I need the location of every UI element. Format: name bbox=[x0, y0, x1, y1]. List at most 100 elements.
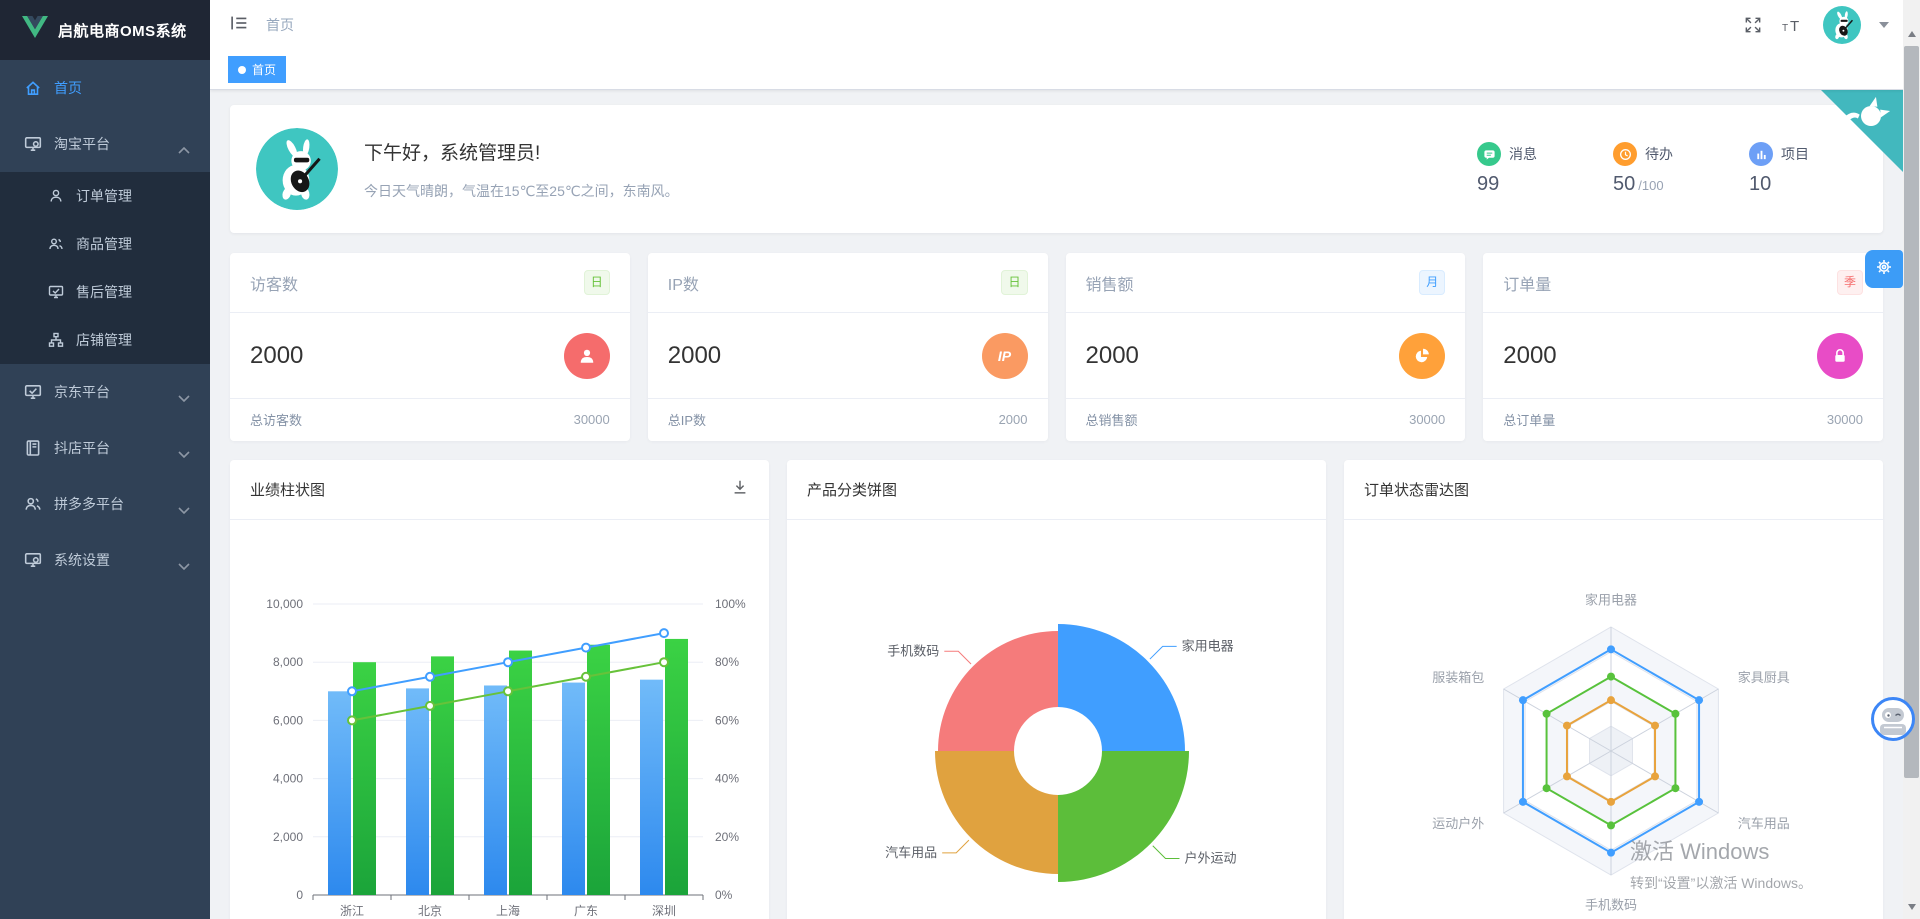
svg-text:服装箱包: 服装箱包 bbox=[1432, 670, 1484, 685]
svg-text:汽车用品: 汽车用品 bbox=[1738, 816, 1790, 831]
scrollbar-thumb[interactable] bbox=[1904, 46, 1919, 778]
download-icon[interactable] bbox=[731, 478, 749, 501]
card-footer-value: 30000 bbox=[1827, 412, 1863, 427]
stat-value: 10 bbox=[1749, 173, 1771, 195]
main-content: 下午好，系统管理员! 今日天气晴朗，气温在15℃至25℃之间，东南风。 消息 9… bbox=[210, 90, 1903, 919]
bar-chart-card: 业绩柱状图 00%2,00020%4,00040%6,00060%8,00080… bbox=[230, 460, 769, 919]
sidebar-collapse-icon[interactable] bbox=[228, 12, 250, 39]
user-menu-caret-icon[interactable] bbox=[1879, 22, 1889, 28]
card-footer-value: 30000 bbox=[574, 412, 610, 427]
sidebar-item-jd[interactable]: 京东平台 bbox=[0, 364, 210, 420]
svg-text:20%: 20% bbox=[715, 830, 739, 844]
store-monitor-icon bbox=[24, 135, 42, 153]
svg-text:4,000: 4,000 bbox=[273, 772, 303, 786]
stat-cards-row: 访客数 日 2000 总访客数 30000 IP数 日 2000 bbox=[230, 253, 1883, 441]
sidebar-item-pdd[interactable]: 拼多多平台 bbox=[0, 476, 210, 532]
fullscreen-icon[interactable] bbox=[1743, 15, 1763, 35]
greeting-title: 下午好，系统管理员! bbox=[364, 138, 679, 165]
period-badge[interactable]: 月 bbox=[1419, 270, 1445, 295]
sidebar-item-label: 商品管理 bbox=[76, 234, 132, 254]
tab-home[interactable]: 首页 bbox=[228, 56, 286, 83]
greeting-card: 下午好，系统管理员! 今日天气晴朗，气温在15℃至25℃之间，东南风。 消息 9… bbox=[230, 105, 1883, 233]
card-title: IP数 bbox=[668, 271, 699, 295]
sidebar-item-order-mgmt[interactable]: 订单管理 bbox=[0, 172, 210, 220]
svg-text:T: T bbox=[1790, 18, 1799, 35]
pie-icon bbox=[1399, 333, 1445, 379]
navbar-actions: TT bbox=[1743, 6, 1903, 44]
pie-chart-card: 产品分类饼图 家用电器户外运动汽车用品手机数码 bbox=[787, 460, 1326, 919]
page-scrollbar[interactable] bbox=[1903, 0, 1920, 919]
font-size-icon[interactable]: TT bbox=[1781, 15, 1805, 35]
stat-messages: 消息 99 bbox=[1477, 142, 1537, 196]
card-ip: IP数 日 2000 IP 总IP数 2000 bbox=[648, 253, 1048, 441]
sidebar-item-shop-mgmt[interactable]: 店铺管理 bbox=[0, 316, 210, 364]
home-icon bbox=[24, 79, 42, 97]
user-avatar[interactable] bbox=[1823, 6, 1861, 44]
chevron-down-icon bbox=[178, 445, 190, 461]
github-corner-ribbon[interactable] bbox=[1821, 90, 1903, 172]
radar-chart-canvas[interactable]: 家用电器家具厨具汽车用品手机数码运动户外服装箱包 bbox=[1344, 520, 1883, 919]
svg-text:8,000: 8,000 bbox=[273, 655, 303, 669]
stat-todos: 待办 50/100 bbox=[1613, 142, 1673, 196]
breadcrumb[interactable]: 首页 bbox=[266, 15, 294, 35]
svg-text:广东: 广东 bbox=[574, 904, 598, 918]
card-footer-label: 总IP数 bbox=[668, 410, 706, 429]
ip-icon-text: IP bbox=[998, 348, 1011, 364]
svg-text:手机数码: 手机数码 bbox=[887, 643, 939, 658]
card-footer-label: 总销售额 bbox=[1086, 410, 1138, 429]
card-footer-label: 总订单量 bbox=[1503, 410, 1555, 429]
svg-text:深圳: 深圳 bbox=[652, 904, 676, 918]
sidebar-item-taobao[interactable]: 淘宝平台 bbox=[0, 116, 210, 172]
svg-text:上海: 上海 bbox=[496, 903, 520, 918]
stat-label: 待办 bbox=[1645, 144, 1673, 164]
card-value: 2000 bbox=[250, 342, 303, 370]
svg-text:60%: 60% bbox=[715, 713, 739, 727]
svg-text:北京: 北京 bbox=[418, 904, 442, 918]
sidebar-item-label: 淘宝平台 bbox=[54, 134, 110, 154]
pie-chart-canvas[interactable]: 家用电器户外运动汽车用品手机数码 bbox=[787, 520, 1326, 919]
settings-fab-button[interactable] bbox=[1865, 250, 1903, 288]
card-value: 2000 bbox=[1503, 342, 1556, 370]
card-visitors: 访客数 日 2000 总访客数 30000 bbox=[230, 253, 630, 441]
stat-projects: 项目 10 bbox=[1749, 142, 1809, 196]
sidebar-item-home[interactable]: 首页 bbox=[0, 60, 210, 116]
period-badge[interactable]: 季 bbox=[1837, 270, 1863, 295]
period-badge[interactable]: 日 bbox=[1001, 270, 1027, 295]
sidebar-menu: 首页 淘宝平台 订单管理 商品管理 bbox=[0, 60, 210, 588]
sidebar-item-label: 京东平台 bbox=[54, 382, 110, 402]
card-footer-label: 总访客数 bbox=[250, 410, 302, 429]
stat-suffix: /100 bbox=[1638, 178, 1663, 193]
period-badge[interactable]: 日 bbox=[584, 270, 610, 295]
assistant-robot-button[interactable] bbox=[1870, 696, 1916, 742]
svg-text:10,000: 10,000 bbox=[266, 597, 303, 611]
stat-label: 项目 bbox=[1781, 144, 1809, 164]
svg-text:手机数码: 手机数码 bbox=[1585, 897, 1637, 912]
user-icon bbox=[48, 188, 64, 204]
svg-text:100%: 100% bbox=[715, 597, 746, 611]
top-navbar: 首页 TT bbox=[210, 0, 1903, 50]
user-icon bbox=[564, 333, 610, 379]
greeting-avatar bbox=[256, 128, 338, 210]
bar-chart-canvas[interactable]: 00%2,00020%4,00040%6,00060%8,00080%10,00… bbox=[230, 520, 769, 919]
chevron-down-icon bbox=[178, 501, 190, 517]
sidebar-item-product-mgmt[interactable]: 商品管理 bbox=[0, 220, 210, 268]
monitor-check-icon bbox=[24, 383, 42, 401]
lock-icon bbox=[1817, 333, 1863, 379]
sidebar-item-label: 首页 bbox=[54, 78, 82, 98]
scroll-down-arrow[interactable] bbox=[1903, 897, 1920, 917]
active-tab-dot-icon bbox=[238, 66, 246, 74]
sidebar-item-douyin[interactable]: 抖店平台 bbox=[0, 420, 210, 476]
sidebar-item-settings[interactable]: 系统设置 bbox=[0, 532, 210, 588]
scroll-up-arrow[interactable] bbox=[1903, 24, 1920, 44]
card-sales: 销售额 月 2000 总销售额 30000 bbox=[1066, 253, 1466, 441]
svg-text:2,000: 2,000 bbox=[273, 830, 303, 844]
sidebar-item-aftersale-mgmt[interactable]: 售后管理 bbox=[0, 268, 210, 316]
svg-text:0%: 0% bbox=[715, 888, 733, 902]
bar-chart-icon bbox=[1749, 142, 1773, 166]
org-tree-icon bbox=[48, 332, 64, 348]
card-value: 2000 bbox=[1086, 342, 1139, 370]
app-logo-bar[interactable]: 启航电商OMS系统 bbox=[0, 0, 210, 60]
card-value: 2000 bbox=[668, 342, 721, 370]
svg-text:户外运动: 户外运动 bbox=[1184, 850, 1236, 865]
settings-monitor-icon bbox=[24, 551, 42, 569]
